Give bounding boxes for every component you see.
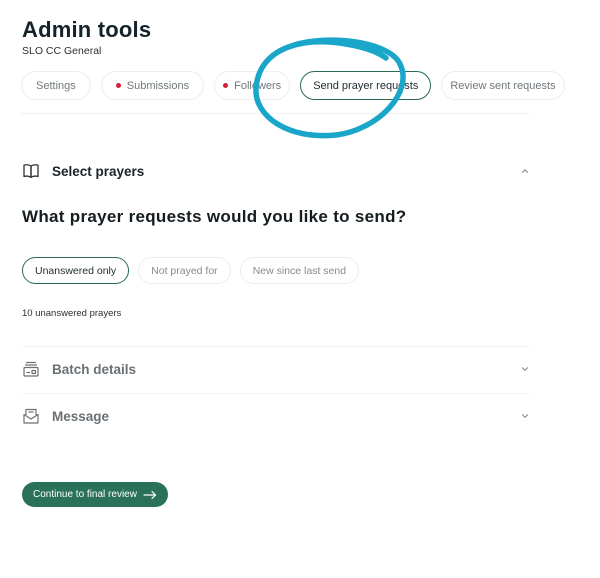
select-prayers-section-header[interactable]: Select prayers [22,162,530,180]
arrow-right-icon [143,490,157,500]
filter-unanswered-only[interactable]: Unanswered only [22,257,130,284]
chevron-down-icon[interactable] [520,364,530,374]
notification-dot [115,83,121,88]
tab-label: Followers [234,79,282,92]
prayer-count-text: 10 unanswered prayers [22,308,122,319]
tab-review-sent-requests[interactable]: Review sent requests [441,71,565,100]
tabs-divider [21,113,530,114]
question-heading: What prayer requests would you like to s… [22,207,407,226]
page-subtitle: SLO CC General [22,45,102,57]
filter-options: Unanswered only Not prayed for New since… [22,257,360,284]
tab-label: Submissions [126,79,190,92]
filter-not-prayed-for[interactable]: Not prayed for [138,257,231,284]
section-divider [22,393,530,394]
continue-to-final-review-button[interactable]: Continue to final review [22,482,168,507]
section-title: Message [52,408,110,424]
batch-details-section-header[interactable]: Batch details [22,360,530,378]
section-title: Select prayers [52,163,145,179]
page-title: Admin tools [22,17,152,42]
tab-label: Review sent requests [450,79,556,92]
message-section-header[interactable]: Message [22,407,530,425]
filter-label: Not prayed for [151,264,218,277]
tab-submissions[interactable]: Submissions [100,71,205,100]
filter-new-since-last-send[interactable]: New since last send [239,257,360,284]
tab-send-prayer-requests[interactable]: Send prayer requests [300,71,432,100]
tab-followers[interactable]: Followers [214,71,291,100]
button-label: Continue to final review [33,489,137,500]
message-envelope-icon [22,407,40,425]
chevron-up-icon[interactable] [520,166,530,176]
section-divider [22,346,530,347]
section-title: Batch details [52,361,137,377]
filter-label: New since last send [252,264,347,277]
book-open-icon [22,162,40,180]
filter-label: Unanswered only [35,264,117,277]
batch-tray-icon [22,360,40,378]
notification-dot [223,83,229,88]
tab-label: Send prayer requests [313,79,419,92]
admin-tabs: Settings Submissions Followers Send pray… [21,71,565,100]
tab-label: Settings [36,79,76,92]
chevron-down-icon[interactable] [520,411,530,421]
tab-settings[interactable]: Settings [21,71,91,100]
